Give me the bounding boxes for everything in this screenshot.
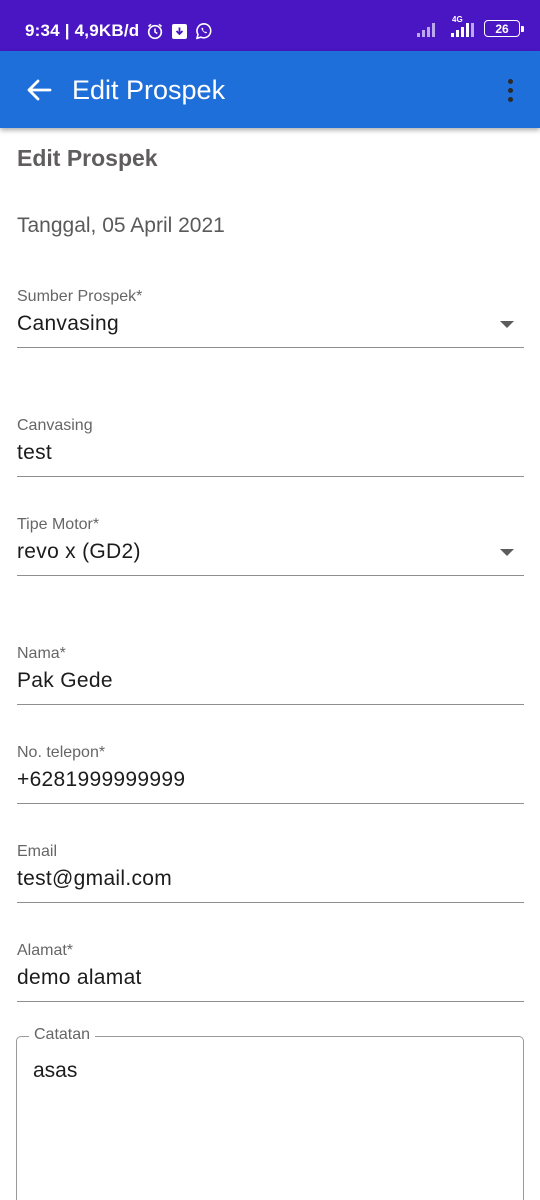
more-options-button[interactable] [502, 73, 518, 107]
alamat-field[interactable]: Alamat* demo alamat [17, 942, 524, 1002]
arrow-left-icon [27, 79, 52, 101]
telepon-value: +6281999999999 [17, 768, 186, 791]
signal-4g-icon: 4G [450, 15, 476, 37]
alamat-label: Alamat* [17, 942, 74, 959]
telepon-field[interactable]: No. telepon* +6281999999999 [17, 744, 524, 804]
catatan-textarea[interactable]: Catatan asas [16, 1026, 524, 1200]
canvasing-value: test [17, 441, 53, 464]
battery-level: 26 [495, 21, 509, 36]
email-value: test@gmail.com [17, 867, 173, 890]
catatan-value: asas [33, 1059, 78, 1082]
whatsapp-icon [195, 22, 213, 40]
tipe-motor-value: revo x (GD2) [17, 540, 141, 563]
app-bar-title: Edit Prospek [72, 75, 226, 105]
network-label: 4G [452, 14, 463, 24]
status-bar: 9:34 | 4,9KB/d 4G 26 [0, 0, 540, 51]
more-vert-icon [507, 78, 513, 84]
nama-field[interactable]: Nama* Pak Gede [17, 645, 524, 705]
status-right: 4G 26 [416, 15, 524, 37]
email-label: Email [17, 843, 58, 860]
sumber-prospek-label: Sumber Prospek* [17, 288, 143, 305]
form-title: Edit Prospek [17, 145, 158, 171]
sumber-prospek-select[interactable]: Sumber Prospek* Canvasing [17, 288, 524, 348]
signal-icon [416, 21, 438, 37]
status-left: 9:34 | 4,9KB/d [25, 21, 213, 41]
app-bar: Edit Prospek [0, 51, 540, 128]
battery-icon: 26 [484, 20, 524, 37]
nama-label: Nama* [17, 645, 66, 662]
alarm-icon [146, 22, 164, 40]
status-time-speed: 9:34 | 4,9KB/d [25, 21, 140, 40]
canvasing-label: Canvasing [17, 417, 93, 434]
dropdown-arrow-icon [500, 549, 514, 556]
tipe-motor-select[interactable]: Tipe Motor* revo x (GD2) [17, 516, 524, 576]
catatan-label: Catatan [29, 1026, 96, 1044]
sumber-prospek-value: Canvasing [17, 312, 119, 335]
nama-value: Pak Gede [17, 669, 113, 692]
back-button[interactable] [22, 73, 56, 107]
dropdown-arrow-icon [500, 321, 514, 328]
telepon-label: No. telepon* [17, 744, 106, 761]
canvasing-field[interactable]: Canvasing test [17, 417, 524, 477]
email-field[interactable]: Email test@gmail.com [17, 843, 524, 903]
date-text: Tanggal, 05 April 2021 [17, 214, 225, 237]
tipe-motor-label: Tipe Motor* [17, 516, 100, 533]
download-app-icon [171, 23, 188, 40]
alamat-value: demo alamat [17, 966, 142, 989]
